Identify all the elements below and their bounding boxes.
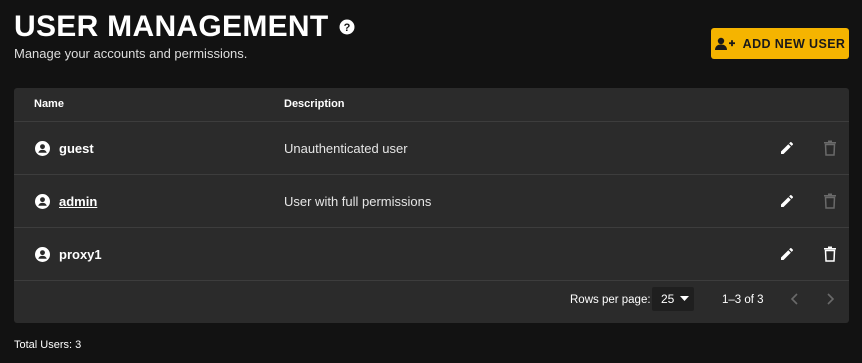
edit-icon[interactable] xyxy=(779,246,795,262)
delete-icon xyxy=(824,140,836,156)
chevron-down-icon xyxy=(680,296,689,301)
chevron-right-icon[interactable] xyxy=(825,293,835,305)
rows-per-page-select[interactable]: 25 xyxy=(652,287,694,311)
add-new-user-button[interactable]: ADD NEW USER xyxy=(711,28,849,59)
user-description: User with full permissions xyxy=(284,194,432,209)
title-row: USER MANAGEMENT ? xyxy=(14,10,355,44)
user-description: Unauthenticated user xyxy=(284,141,408,156)
add-new-user-label: ADD NEW USER xyxy=(742,36,846,51)
table-header: Name Description xyxy=(14,88,849,122)
user-name: guest xyxy=(59,141,94,156)
edit-icon[interactable] xyxy=(779,193,795,209)
chevron-left-icon[interactable] xyxy=(790,293,800,305)
table-row: guest Unauthenticated user xyxy=(14,122,849,175)
pagination-range: 1–3 of 3 xyxy=(722,294,764,306)
column-header-description[interactable]: Description xyxy=(284,98,345,110)
svg-text:?: ? xyxy=(343,22,350,34)
user-icon xyxy=(35,194,50,209)
table-row: admin User with full permissions xyxy=(14,175,849,228)
rows-per-page-value: 25 xyxy=(661,292,675,306)
delete-icon xyxy=(824,193,836,209)
page-subtitle: Manage your accounts and permissions. xyxy=(14,46,248,61)
add-user-icon xyxy=(714,37,735,50)
users-table: Name Description guest Unauthenticated u… xyxy=(14,88,849,323)
delete-icon[interactable] xyxy=(823,246,837,262)
user-name-link[interactable]: admin xyxy=(59,194,97,209)
rows-per-page-label: Rows per page: xyxy=(570,294,651,306)
user-icon xyxy=(35,247,50,262)
total-users: Total Users: 3 xyxy=(14,339,82,351)
user-icon xyxy=(35,141,50,156)
edit-icon[interactable] xyxy=(779,140,795,156)
pagination: Rows per page: 25 1–3 of 3 xyxy=(14,280,849,320)
table-row: proxy1 xyxy=(14,228,849,281)
page-header: USER MANAGEMENT ? Manage your accounts a… xyxy=(14,10,355,61)
help-icon[interactable]: ? xyxy=(339,19,355,35)
user-name: proxy1 xyxy=(59,247,102,262)
page-title: USER MANAGEMENT xyxy=(14,10,329,43)
column-header-name[interactable]: Name xyxy=(34,98,64,110)
